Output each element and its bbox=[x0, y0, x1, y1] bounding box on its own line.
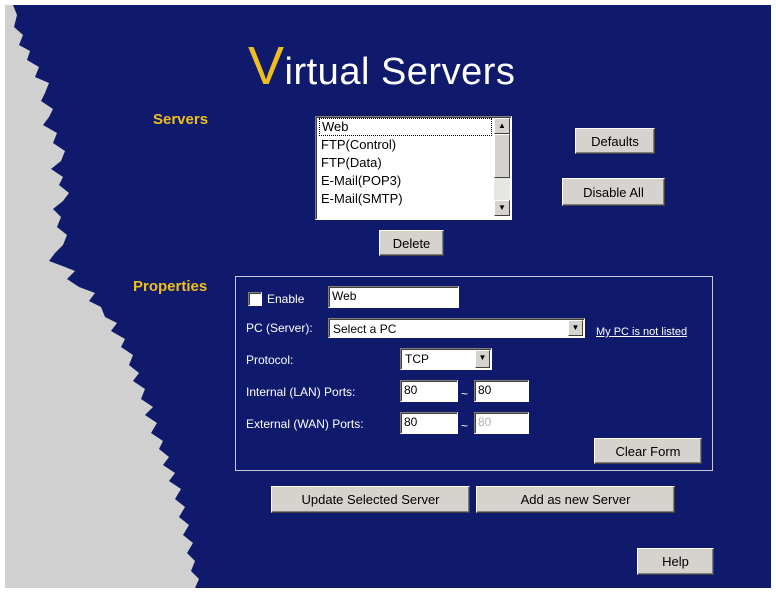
servers-scrollbar[interactable]: ▲ ▼ bbox=[494, 118, 510, 216]
scroll-thumb[interactable] bbox=[494, 134, 510, 178]
scroll-down-icon[interactable]: ▼ bbox=[494, 200, 510, 216]
pc-server-selected: Select a PC bbox=[333, 322, 397, 336]
server-list-item-web[interactable]: Web bbox=[319, 118, 492, 136]
help-button[interactable]: Help bbox=[637, 548, 714, 575]
page-title: Virtual Servers bbox=[248, 36, 516, 96]
delete-button[interactable]: Delete bbox=[379, 230, 444, 256]
protocol-selected: TCP bbox=[405, 352, 429, 366]
enable-label: Enable bbox=[267, 292, 305, 306]
chevron-down-icon[interactable]: ▼ bbox=[475, 350, 490, 368]
torn-edge-decoration bbox=[5, 5, 199, 588]
internal-port-from-field[interactable]: 80 bbox=[400, 380, 458, 402]
update-selected-server-button[interactable]: Update Selected Server bbox=[271, 486, 470, 513]
external-port-to-field: 80 bbox=[474, 412, 529, 434]
servers-listbox[interactable]: Web FTP(Control) FTP(Data) E-Mail(POP3) … bbox=[315, 116, 512, 220]
add-new-server-button[interactable]: Add as new Server bbox=[476, 486, 675, 513]
pc-server-select[interactable]: Select a PC ▼ bbox=[328, 318, 585, 338]
my-pc-not-listed-link[interactable]: My PC is not listed bbox=[596, 326, 687, 338]
external-ports-label: External (WAN) Ports: bbox=[246, 417, 364, 431]
servers-heading: Servers bbox=[153, 111, 209, 128]
enable-checkbox[interactable] bbox=[248, 292, 262, 306]
external-port-from-field[interactable]: 80 bbox=[400, 412, 458, 434]
internal-port-tilde: ~ bbox=[461, 387, 469, 401]
content-panel: Virtual Servers Servers Web FTP(Control)… bbox=[5, 5, 771, 588]
pc-server-label: PC (Server): bbox=[246, 321, 313, 335]
internal-port-to-field[interactable]: 80 bbox=[474, 380, 529, 402]
external-port-tilde: ~ bbox=[461, 419, 469, 433]
server-list-item-ftp-control[interactable]: FTP(Control) bbox=[319, 136, 494, 154]
clear-form-button[interactable]: Clear Form bbox=[594, 438, 702, 464]
protocol-select[interactable]: TCP ▼ bbox=[400, 348, 492, 370]
properties-heading: Properties bbox=[133, 278, 208, 295]
server-name-field[interactable]: Web bbox=[328, 286, 459, 308]
scroll-up-icon[interactable]: ▲ bbox=[494, 118, 510, 134]
server-list-item-email-pop3[interactable]: E-Mail(POP3) bbox=[319, 172, 494, 190]
protocol-label: Protocol: bbox=[246, 353, 294, 367]
chevron-down-icon[interactable]: ▼ bbox=[568, 320, 583, 336]
server-list-item-email-smtp[interactable]: E-Mail(SMTP) bbox=[319, 190, 494, 208]
server-list-item-ftp-data[interactable]: FTP(Data) bbox=[319, 154, 494, 172]
disable-all-button[interactable]: Disable All bbox=[562, 178, 665, 206]
internal-ports-label: Internal (LAN) Ports: bbox=[246, 385, 356, 399]
page-frame: Virtual Servers Servers Web FTP(Control)… bbox=[0, 0, 776, 593]
defaults-button[interactable]: Defaults bbox=[575, 128, 655, 154]
